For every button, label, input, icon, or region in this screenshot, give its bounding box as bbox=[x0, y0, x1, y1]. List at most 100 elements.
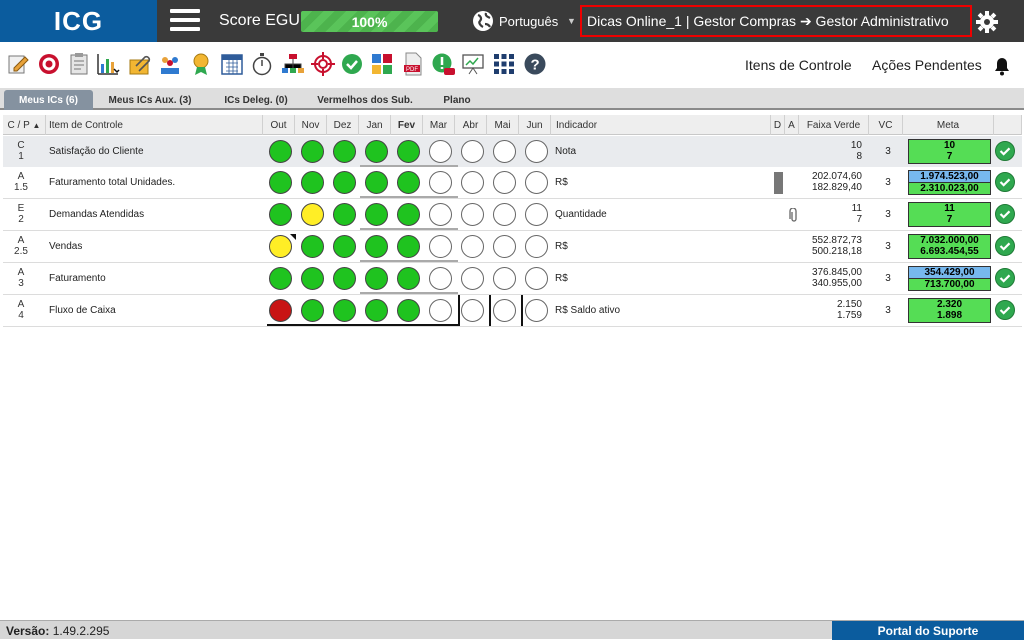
status-green-circle[interactable] bbox=[365, 140, 388, 163]
app-logo[interactable]: ICG bbox=[0, 0, 157, 42]
status-green-circle[interactable] bbox=[269, 140, 292, 163]
bell-icon[interactable] bbox=[992, 56, 1012, 76]
status-empty-circle[interactable] bbox=[461, 267, 484, 290]
crosshair-icon[interactable] bbox=[311, 52, 335, 76]
item-name[interactable]: Fluxo de Caixa bbox=[49, 305, 116, 316]
user-context[interactable]: Dicas Online_1 | Gestor Compras ➔ Gestor… bbox=[580, 5, 972, 37]
table-row[interactable]: E 2 Demandas Atendidas Quantidade 11 7 3 11 7 bbox=[3, 199, 1022, 231]
meta-box[interactable]: 1.974.523,00 2.310.023,00 bbox=[908, 170, 991, 195]
status-green-circle[interactable] bbox=[269, 171, 292, 194]
status-green-circle[interactable] bbox=[301, 140, 324, 163]
status-empty-circle[interactable] bbox=[525, 203, 548, 226]
status-red-circle[interactable] bbox=[269, 299, 292, 322]
alert-off-icon[interactable] bbox=[431, 52, 455, 76]
status-green-circle[interactable] bbox=[365, 299, 388, 322]
paperclip-icon[interactable] bbox=[789, 208, 799, 222]
check-icon[interactable] bbox=[995, 236, 1015, 256]
portal-suporte-link[interactable]: Portal do Suporte bbox=[832, 621, 1024, 640]
status-empty-circle[interactable] bbox=[493, 171, 516, 194]
header-month[interactable]: Jan bbox=[359, 115, 391, 135]
status-empty-circle[interactable] bbox=[525, 140, 548, 163]
paperclip-icon[interactable] bbox=[128, 52, 152, 76]
hamburger-menu-icon[interactable] bbox=[170, 9, 200, 33]
meta-box[interactable]: 2.320 1.898 bbox=[908, 298, 991, 323]
status-green-circle[interactable] bbox=[365, 235, 388, 258]
meta-box[interactable]: 354.429,00 713.700,00 bbox=[908, 266, 991, 291]
tab-meus-ics-aux[interactable]: Meus ICs Aux. (3) bbox=[100, 90, 200, 110]
header-cp[interactable]: C / P ▲ bbox=[3, 115, 46, 135]
status-green-circle[interactable] bbox=[333, 171, 356, 194]
attachment-bar[interactable] bbox=[774, 172, 783, 194]
header-month[interactable]: Mar bbox=[423, 115, 455, 135]
header-a[interactable]: A bbox=[785, 115, 799, 135]
tab-vermelhos-sub[interactable]: Vermelhos dos Sub. bbox=[311, 90, 419, 110]
item-name[interactable]: Vendas bbox=[49, 241, 82, 252]
help-icon[interactable]: ? bbox=[523, 52, 547, 76]
status-green-circle[interactable] bbox=[365, 171, 388, 194]
status-empty-circle[interactable] bbox=[493, 267, 516, 290]
status-green-circle[interactable] bbox=[397, 235, 420, 258]
bar-chart-icon[interactable] bbox=[96, 52, 120, 76]
sort-arrow-icon[interactable]: ▲ bbox=[33, 121, 41, 130]
apps-grid-icon[interactable] bbox=[492, 52, 516, 76]
header-month[interactable]: Out bbox=[263, 115, 295, 135]
status-green-circle[interactable] bbox=[301, 267, 324, 290]
header-month[interactable]: Jun bbox=[519, 115, 551, 135]
status-empty-circle[interactable] bbox=[525, 235, 548, 258]
status-green-circle[interactable] bbox=[333, 299, 356, 322]
stopwatch-icon[interactable] bbox=[250, 52, 274, 76]
status-green-circle[interactable] bbox=[301, 171, 324, 194]
status-empty-circle[interactable] bbox=[493, 203, 516, 226]
chevron-down-icon[interactable]: ▼ bbox=[567, 16, 576, 26]
meta-box[interactable]: 11 7 bbox=[908, 202, 991, 227]
header-faixa-verde[interactable]: Faixa Verde bbox=[799, 115, 869, 135]
table-row[interactable]: A 3 Faturamento R$ 376.845,00 340.955,00 3 354.… bbox=[3, 263, 1022, 295]
status-empty-circle[interactable] bbox=[429, 203, 452, 226]
status-empty-circle[interactable] bbox=[461, 299, 484, 322]
status-green-circle[interactable] bbox=[365, 203, 388, 226]
check-icon[interactable] bbox=[995, 141, 1015, 161]
table-row[interactable]: A 2.5 Vendas R$ 552.872,73 500.218,18 3 7.032.0… bbox=[3, 231, 1022, 263]
header-month[interactable]: Abr bbox=[455, 115, 487, 135]
gear-icon[interactable] bbox=[976, 11, 998, 33]
award-icon[interactable] bbox=[189, 52, 213, 76]
check-icon[interactable] bbox=[995, 204, 1015, 224]
check-icon[interactable] bbox=[995, 268, 1015, 288]
status-green-circle[interactable] bbox=[397, 299, 420, 322]
status-empty-circle[interactable] bbox=[525, 171, 548, 194]
status-empty-circle[interactable] bbox=[525, 299, 548, 322]
header-vc[interactable]: VC bbox=[869, 115, 903, 135]
acoes-pendentes-link[interactable]: Ações Pendentes bbox=[872, 57, 982, 73]
status-green-circle[interactable] bbox=[397, 267, 420, 290]
item-name[interactable]: Faturamento bbox=[49, 273, 106, 284]
status-empty-circle[interactable] bbox=[493, 140, 516, 163]
team-icon[interactable] bbox=[158, 52, 182, 76]
status-yellow-circle[interactable] bbox=[269, 235, 292, 258]
status-empty-circle[interactable] bbox=[525, 267, 548, 290]
tab-meus-ics[interactable]: Meus ICs (6) bbox=[4, 90, 93, 110]
header-item[interactable]: Item de Controle bbox=[46, 115, 263, 135]
table-row[interactable]: A 4 Fluxo de Caixa R$ Saldo ativo 2.150 1.759… bbox=[3, 295, 1022, 327]
status-empty-circle[interactable] bbox=[461, 235, 484, 258]
target-icon[interactable] bbox=[37, 52, 61, 76]
item-name[interactable]: Satisfação do Cliente bbox=[49, 146, 144, 157]
edit-icon[interactable] bbox=[6, 52, 30, 76]
status-green-circle[interactable] bbox=[333, 203, 356, 226]
status-empty-circle[interactable] bbox=[429, 299, 452, 322]
status-green-circle[interactable] bbox=[269, 203, 292, 226]
check-icon[interactable] bbox=[995, 300, 1015, 320]
tab-plano[interactable]: Plano bbox=[432, 90, 482, 110]
item-name[interactable]: Demandas Atendidas bbox=[49, 209, 144, 220]
status-empty-circle[interactable] bbox=[461, 203, 484, 226]
status-green-circle[interactable] bbox=[397, 203, 420, 226]
language-selector[interactable]: Português bbox=[499, 14, 558, 29]
status-green-circle[interactable] bbox=[333, 235, 356, 258]
meta-box[interactable]: 7.032.000,00 6.693.454,55 bbox=[908, 234, 991, 259]
check-icon[interactable] bbox=[995, 172, 1015, 192]
status-green-circle[interactable] bbox=[333, 140, 356, 163]
status-yellow-circle[interactable] bbox=[301, 203, 324, 226]
org-chart-icon[interactable] bbox=[281, 52, 305, 76]
header-month[interactable]: Nov bbox=[295, 115, 327, 135]
table-row[interactable]: A 1.5 Faturamento total Unidades. R$ 202.074… bbox=[3, 167, 1022, 199]
status-green-circle[interactable] bbox=[301, 235, 324, 258]
